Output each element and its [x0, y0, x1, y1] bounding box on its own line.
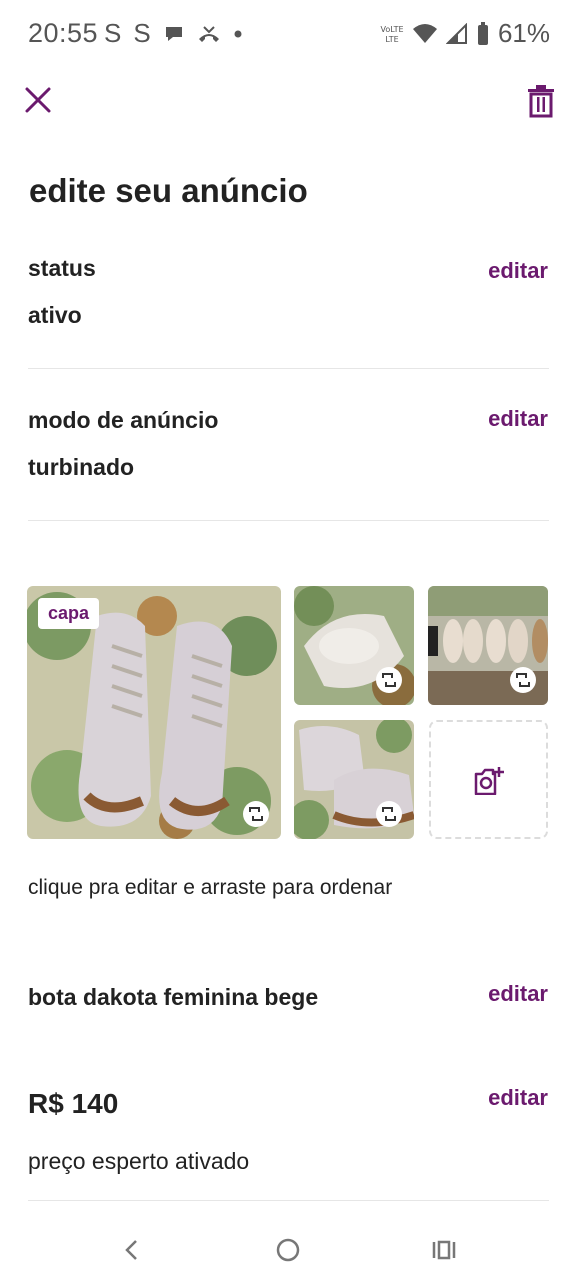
divider	[28, 520, 549, 521]
dot-icon	[234, 30, 242, 37]
photo-thumbnail[interactable]	[428, 586, 548, 705]
add-camera-icon	[474, 766, 504, 795]
photos-hint: clique pra editar e arraste para ordenar	[28, 876, 393, 899]
close-icon	[25, 87, 51, 113]
battery-percent: 61%	[497, 18, 550, 48]
expand-photo-button[interactable]	[376, 801, 402, 827]
expand-icon	[249, 807, 263, 821]
edit-price-button[interactable]: editar	[488, 1085, 548, 1111]
expand-icon	[382, 807, 396, 821]
mode-label: modo de anúncio	[28, 407, 219, 433]
recents-button[interactable]	[424, 1230, 464, 1270]
s-app-icon: S	[104, 18, 122, 48]
back-button[interactable]	[112, 1230, 152, 1270]
page-title: edite seu anúncio	[29, 172, 308, 209]
status-value: ativo	[28, 302, 82, 328]
close-button[interactable]	[22, 84, 54, 116]
missed-call-icon	[198, 25, 219, 42]
home-icon	[276, 1238, 300, 1262]
home-button[interactable]	[268, 1230, 308, 1270]
svg-text:VoLTE: VoLTE	[380, 25, 403, 34]
edit-title-button[interactable]: editar	[488, 981, 548, 1007]
photo-thumbnail[interactable]	[294, 586, 414, 705]
svg-text:LTE: LTE	[385, 35, 398, 44]
signal-icon	[445, 22, 467, 44]
expand-photo-button[interactable]	[376, 667, 402, 693]
divider	[28, 1200, 549, 1201]
add-photo-button[interactable]	[429, 720, 548, 839]
wifi-icon	[412, 23, 437, 43]
trash-icon	[528, 85, 554, 118]
volte-icon: VoLTELTE	[380, 25, 403, 44]
delete-button[interactable]	[526, 84, 558, 118]
photo-thumbnail[interactable]	[294, 720, 414, 839]
battery-icon	[477, 21, 488, 45]
status-time: 20:55	[28, 18, 99, 48]
expand-photo-button[interactable]	[243, 801, 269, 827]
expand-icon	[382, 673, 396, 687]
smart-price-status: preço esperto ativado	[28, 1148, 250, 1174]
recents-icon	[432, 1240, 456, 1260]
notification-icons: S S	[104, 18, 243, 49]
mode-value: turbinado	[28, 454, 135, 480]
status-bar: 20:55 S S VoLTE LTE 61%	[0, 0, 576, 70]
expand-icon	[516, 673, 530, 687]
divider	[28, 368, 549, 369]
back-icon	[125, 1240, 137, 1260]
chat-icon	[165, 26, 182, 41]
product-title: bota dakota feminina bege	[28, 984, 319, 1010]
status-label: status	[28, 255, 96, 281]
edit-mode-button[interactable]: editar	[488, 406, 548, 432]
product-price: R$ 140	[28, 1088, 119, 1119]
s-app-icon: S	[133, 18, 151, 48]
edit-status-button[interactable]: editar	[488, 258, 548, 284]
cover-badge: capa	[38, 598, 100, 629]
navigation-bar	[0, 1210, 576, 1280]
expand-photo-button[interactable]	[510, 667, 536, 693]
system-icons: VoLTE LTE 61%	[380, 18, 550, 49]
cover-photo[interactable]: capa	[27, 586, 281, 839]
